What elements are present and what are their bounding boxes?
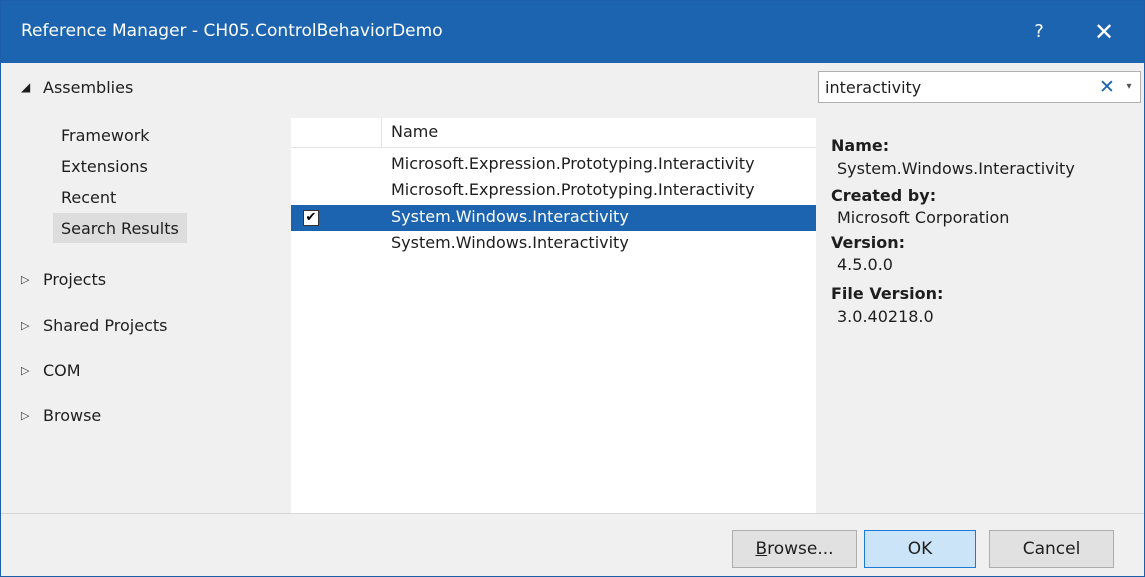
nav-group-assemblies[interactable]: ◢ Assemblies <box>21 74 133 100</box>
nav-group-label: Browse <box>43 405 102 425</box>
nav-item-search-results[interactable]: Search Results <box>53 213 187 243</box>
search-dropdown-icon[interactable]: ▾ <box>1120 75 1138 99</box>
list-row[interactable]: Microsoft.Expression.Prototyping.Interac… <box>291 152 816 178</box>
column-header-name[interactable]: Name <box>391 122 438 141</box>
nav-group-label: Assemblies <box>43 77 134 97</box>
nav-group-label: COM <box>43 360 81 380</box>
clear-search-icon[interactable]: ✕ <box>1095 74 1119 100</box>
list-header: Name <box>291 118 816 148</box>
detail-version-label: Version: <box>831 233 906 252</box>
help-button[interactable]: ? <box>1016 11 1062 53</box>
reference-manager-dialog: Reference Manager - CH05.ControlBehavior… <box>0 0 1145 577</box>
close-button[interactable]: ✕ <box>1081 11 1127 53</box>
detail-name-value: System.Windows.Interactivity <box>837 159 1075 178</box>
detail-created-label: Created by: <box>831 186 937 205</box>
nav-group-projects[interactable]: ▷ Projects <box>21 266 106 292</box>
detail-name-label: Name: <box>831 136 890 155</box>
detail-file-version-label: File Version: <box>831 284 944 303</box>
title-bar: Reference Manager - CH05.ControlBehavior… <box>1 1 1144 63</box>
browse-accelerator: B <box>755 539 768 559</box>
row-name: Microsoft.Expression.Prototyping.Interac… <box>391 154 755 173</box>
nav-item-extensions[interactable]: Extensions <box>53 151 156 181</box>
assembly-list: Name Microsoft.Expression.Prototyping.In… <box>291 118 816 513</box>
list-row[interactable]: System.Windows.Interactivity <box>291 231 816 257</box>
button-bar: Browse... OK Cancel <box>1 513 1144 576</box>
column-separator[interactable] <box>381 118 382 148</box>
search-input[interactable] <box>825 75 1085 99</box>
detail-created-value: Microsoft Corporation <box>837 208 1010 227</box>
cancel-button[interactable]: Cancel <box>989 530 1114 568</box>
left-navigation: ◢ Assemblies Framework Extensions Recent… <box>1 63 291 513</box>
list-row-selected[interactable]: ✔ System.Windows.Interactivity <box>291 205 816 231</box>
nav-group-browse[interactable]: ▷ Browse <box>21 402 101 428</box>
collapsed-triangle-icon: ▷ <box>21 363 30 377</box>
nav-item-framework[interactable]: Framework <box>53 120 158 150</box>
nav-group-label: Projects <box>43 269 107 289</box>
nav-group-label: Shared Projects <box>43 315 168 335</box>
list-row[interactable]: Microsoft.Expression.Prototyping.Interac… <box>291 178 816 204</box>
detail-version-value: 4.5.0.0 <box>837 255 893 274</box>
row-name: Microsoft.Expression.Prototyping.Interac… <box>391 180 755 199</box>
browse-button[interactable]: Browse... <box>732 530 857 568</box>
browse-label: rowse... <box>767 539 834 559</box>
window-title: Reference Manager - CH05.ControlBehavior… <box>21 21 443 41</box>
collapsed-triangle-icon: ▷ <box>21 318 30 332</box>
nav-item-recent[interactable]: Recent <box>53 182 124 212</box>
expanded-triangle-icon: ◢ <box>21 80 31 94</box>
collapsed-triangle-icon: ▷ <box>21 408 30 422</box>
collapsed-triangle-icon: ▷ <box>21 272 30 286</box>
detail-file-version-value: 3.0.40218.0 <box>837 307 934 326</box>
ok-button[interactable]: OK <box>864 530 976 568</box>
nav-group-com[interactable]: ▷ COM <box>21 357 81 383</box>
row-checkbox[interactable]: ✔ <box>303 210 319 226</box>
search-box: ✕ ▾ <box>818 71 1141 103</box>
nav-group-shared-projects[interactable]: ▷ Shared Projects <box>21 312 168 338</box>
row-name: System.Windows.Interactivity <box>391 233 629 252</box>
row-name: System.Windows.Interactivity <box>391 207 629 226</box>
